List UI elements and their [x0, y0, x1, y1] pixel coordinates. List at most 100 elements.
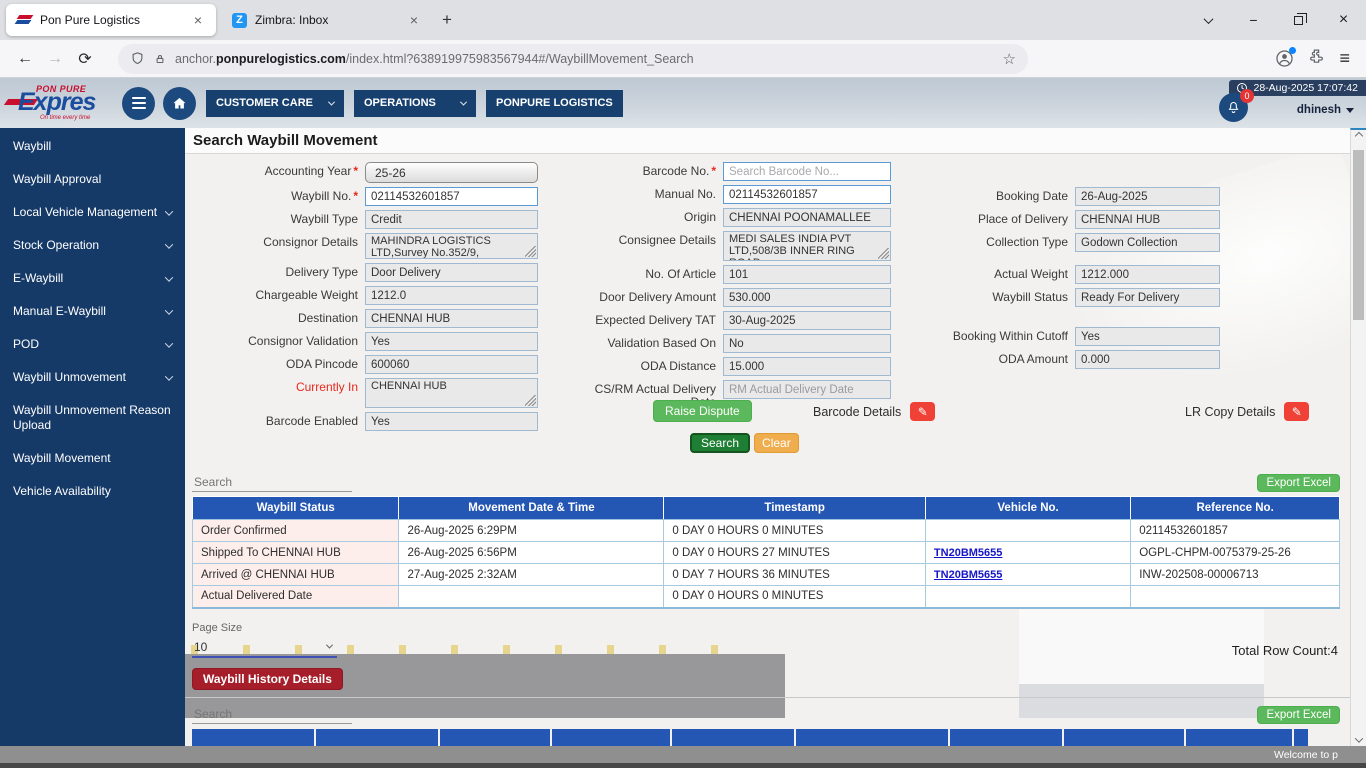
- field-label: No. Of Article: [645, 267, 716, 281]
- tab-zimbra-inbox[interactable]: Z Zimbra: Inbox ×: [222, 4, 432, 36]
- reload-icon[interactable]: ⟳: [70, 44, 100, 74]
- search-button[interactable]: Search: [690, 433, 751, 453]
- shield-icon[interactable]: [130, 51, 145, 66]
- table-row: Arrived @ CHENNAI HUB 27-Aug-2025 2:32AM 0…: [191, 563, 1340, 586]
- sidebar-item-stock-operation[interactable]: Stock Operation: [0, 229, 185, 262]
- home-button[interactable]: [163, 86, 196, 120]
- window-controls: − ×: [1186, 0, 1366, 40]
- sidebar-item-pod[interactable]: POD: [0, 328, 185, 361]
- cell-reference-no: INW-202508-00006713: [1130, 563, 1340, 586]
- lock-icon[interactable]: [153, 52, 167, 66]
- close-tab-icon[interactable]: ×: [190, 12, 206, 28]
- field-select-accounting-year[interactable]: 25-26: [365, 162, 538, 183]
- account-icon[interactable]: [1275, 47, 1297, 68]
- field-label: Consignor Validation: [248, 334, 358, 348]
- bell-icon: [1228, 101, 1239, 113]
- field-input-validation-based-on: [723, 334, 891, 353]
- browser-menu-icon[interactable]: ≡: [1339, 48, 1350, 69]
- field-input-barcode-no[interactable]: [723, 162, 891, 181]
- nav-operations[interactable]: OPERATIONS: [353, 89, 476, 117]
- barcode-details-edit-button[interactable]: ✎: [910, 402, 936, 421]
- field-input-origin: [723, 208, 891, 227]
- resize-grip-icon: [525, 395, 536, 406]
- minimize-button[interactable]: −: [1231, 0, 1276, 40]
- clear-button[interactable]: Clear: [754, 433, 799, 453]
- address-bar[interactable]: anchor.ponpurelogistics.com/index.html?6…: [118, 43, 1028, 74]
- browser-url-bar: ← → ⟳ anchor.ponpurelogistics.com/index.…: [0, 40, 1366, 78]
- field-input-cs-rm-actual-delivery-date: [723, 380, 891, 399]
- form-field-collection-type: Collection Type: [940, 233, 1220, 252]
- browser-tab-bar: Pon Pure Logistics × Z Zimbra: Inbox × +…: [0, 0, 1366, 40]
- back-icon[interactable]: ←: [10, 44, 40, 74]
- page-scrollbar[interactable]: [1350, 128, 1366, 746]
- field-label: Booking Date: [995, 189, 1068, 203]
- sidebar-item-waybill-unmovement-reason-upload[interactable]: Waybill Unmovement Reason Upload: [0, 394, 185, 442]
- column-header-waybill-status: Waybill Status: [191, 496, 400, 520]
- movement-table-body: Order Confirmed 26-Aug-2025 6:29PM 0 DAY 0…: [191, 519, 1340, 608]
- bookmark-star-icon[interactable]: ☆: [1003, 50, 1016, 68]
- page-size-select[interactable]: 10: [192, 637, 337, 658]
- field-label: Barcode Enabled: [265, 414, 358, 428]
- sidebar-item-waybill-movement[interactable]: Waybill Movement: [0, 442, 185, 475]
- history-export-excel-button[interactable]: Export Excel: [1257, 705, 1340, 724]
- field-input-manual-no[interactable]: [723, 185, 891, 204]
- tab-pon-pure-logistics[interactable]: Pon Pure Logistics ×: [6, 4, 216, 36]
- menu-toggle-button[interactable]: [122, 86, 155, 120]
- pagination-row: Page Size 10 Total Row Count:4: [185, 609, 1350, 658]
- field-input-waybill-no[interactable]: [365, 187, 538, 206]
- header-row: Waybill Status Movement Date & Time Timest…: [191, 496, 1340, 520]
- scrollbar-thumb[interactable]: [1353, 150, 1364, 320]
- raise-dispute-button[interactable]: Raise Dispute: [653, 400, 752, 422]
- history-search-input[interactable]: [192, 704, 352, 724]
- field-input-door-delivery-amount: [723, 288, 891, 307]
- form-field-oda-pincode: ODA Pincode: [192, 355, 538, 374]
- field-label: Waybill Status: [992, 290, 1068, 304]
- sidebar-item-manual-e-waybill[interactable]: Manual E-Waybill: [0, 295, 185, 328]
- page-size-label: Page Size: [192, 621, 243, 634]
- history-column-header: [1294, 728, 1308, 746]
- field-label: Chargeable Weight: [255, 288, 358, 302]
- field-label: Waybill Type: [290, 212, 358, 226]
- sidebar-item-label: Waybill Unmovement: [13, 370, 126, 384]
- history-column-header: [552, 728, 670, 746]
- tab-list-chevron-icon[interactable]: [1186, 0, 1231, 40]
- nav-ponpure-logistics[interactable]: PONPURE LOGISTICS: [485, 89, 623, 117]
- sidebar-item-vehicle-availability[interactable]: Vehicle Availability: [0, 475, 185, 508]
- waybill-history-details-button[interactable]: Waybill History Details: [192, 667, 343, 690]
- forward-icon[interactable]: →: [40, 44, 70, 74]
- restore-button[interactable]: [1276, 0, 1321, 40]
- scroll-up-icon[interactable]: [1351, 131, 1366, 141]
- sidebar-item-local-vehicle-management[interactable]: Local Vehicle Management: [0, 196, 185, 229]
- sidebar-item-label: Waybill: [13, 139, 52, 153]
- cell-waybill-status: Actual Delivered Date: [191, 585, 400, 608]
- extensions-puzzle-icon[interactable]: [1308, 48, 1325, 70]
- nav-customer-care[interactable]: CUSTOMER CARE: [206, 89, 344, 117]
- sidebar-item-waybill[interactable]: Waybill: [0, 130, 185, 163]
- scroll-down-icon[interactable]: [1351, 734, 1366, 743]
- field-label: Origin: [683, 210, 716, 224]
- results-search-input[interactable]: [192, 473, 352, 492]
- divider: [185, 696, 1350, 698]
- field-label: ODA Pincode: [285, 357, 358, 371]
- vehicle-link[interactable]: TN20BM5655: [934, 569, 1002, 581]
- new-tab-button[interactable]: +: [432, 5, 462, 35]
- history-column-header: [950, 728, 1062, 746]
- form-field-currently-in: Currently In CHENNAI HUB: [192, 378, 538, 408]
- waybill-search-form: Accounting Year* 25-26 Waybill No.* Waybill…: [185, 154, 1350, 466]
- form-field-barcode-enabled: Barcode Enabled: [192, 412, 538, 431]
- notifications-button[interactable]: 0: [1219, 89, 1254, 122]
- close-window-button[interactable]: ×: [1321, 0, 1366, 40]
- screen: Pon Pure Logistics × Z Zimbra: Inbox × +…: [0, 0, 1366, 768]
- close-tab-icon[interactable]: ×: [406, 12, 422, 28]
- vehicle-link[interactable]: TN20BM5655: [934, 547, 1002, 559]
- chevron-down-icon: [459, 98, 468, 106]
- lr-copy-details-edit-button[interactable]: ✎: [1284, 402, 1310, 421]
- lr-copy-details-cluster: LR Copy Details ✎: [1185, 402, 1310, 421]
- sidebar-item-waybill-approval[interactable]: Waybill Approval: [0, 163, 185, 196]
- sidebar-item-waybill-unmovement[interactable]: Waybill Unmovement: [0, 361, 185, 394]
- export-excel-button[interactable]: Export Excel: [1257, 474, 1340, 492]
- pencil-icon: ✎: [1291, 404, 1302, 419]
- user-menu[interactable]: dhinesh: [1297, 104, 1354, 116]
- sidebar-item-e-waybill[interactable]: E-Waybill: [0, 262, 185, 295]
- cell-vehicle-no: TN20BM5655: [924, 541, 1132, 564]
